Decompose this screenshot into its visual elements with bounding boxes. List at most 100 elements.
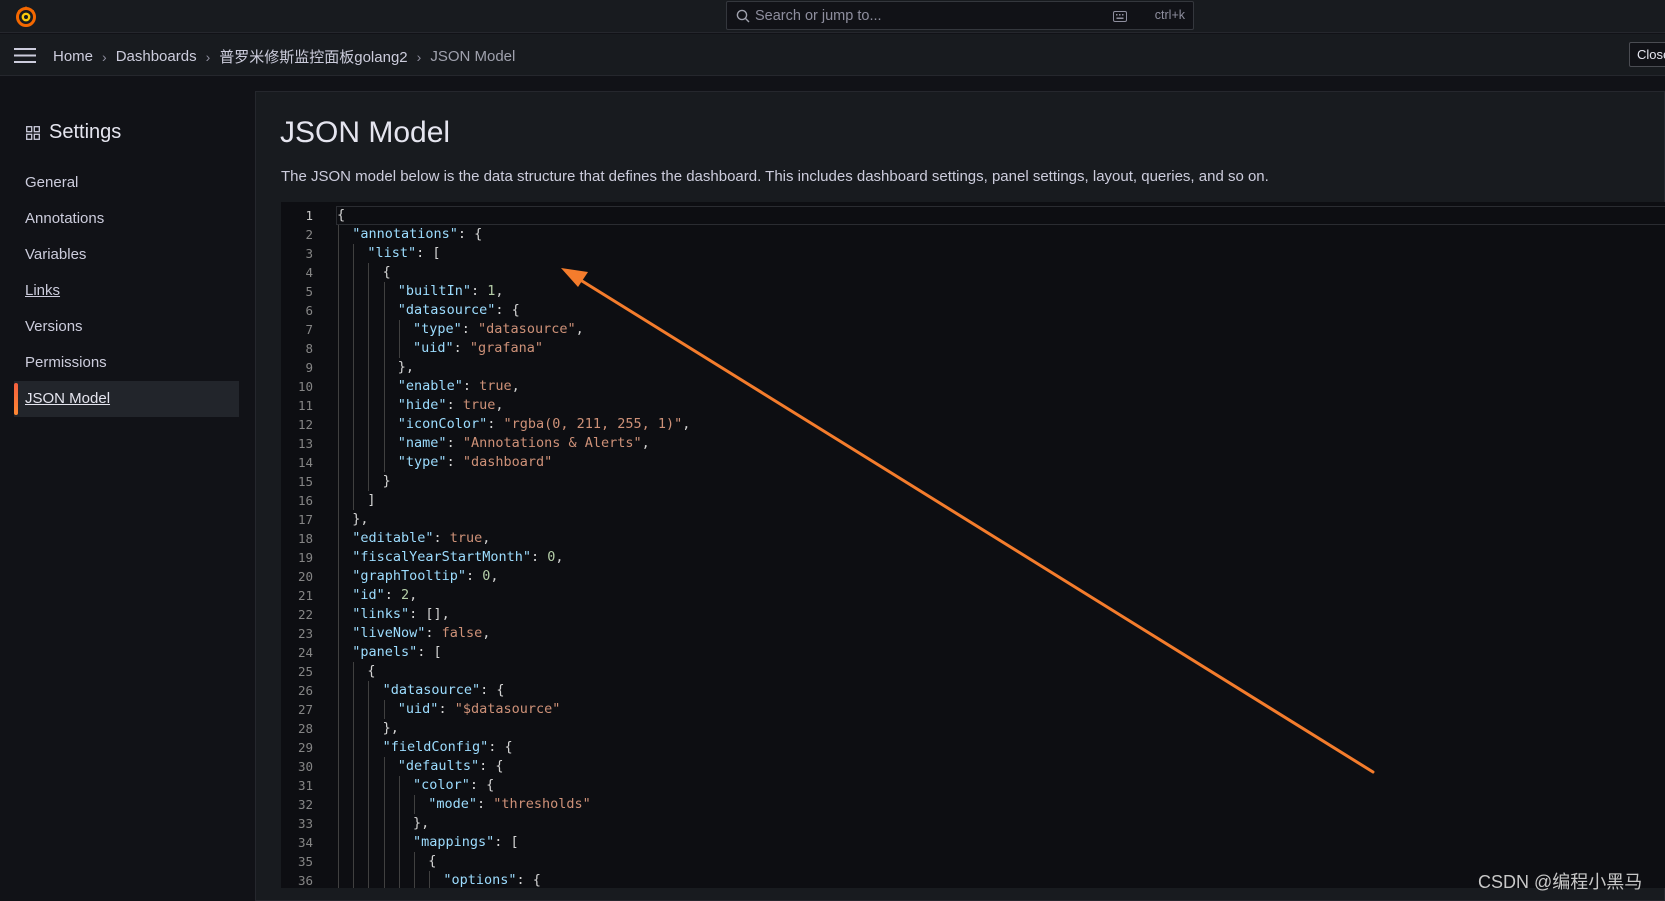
code-token: : <box>446 435 463 451</box>
line-number: 17 <box>297 512 313 527</box>
code-token: ] <box>367 492 376 508</box>
code-token: : <box>465 568 483 584</box>
sidebar-item-general[interactable]: General <box>14 165 239 201</box>
code-token: : [ <box>417 644 442 660</box>
chevron-right-icon: › <box>102 48 107 65</box>
keyboard-icon <box>1113 11 1127 22</box>
code-token: , <box>641 435 650 451</box>
line-number: 21 <box>297 588 313 603</box>
indent-guide <box>383 282 385 472</box>
indent-guide <box>383 700 385 719</box>
code-line: 10 "enable": true, <box>281 377 1665 396</box>
code-line: 21 "id": 2, <box>281 586 1665 605</box>
code-text: "color": { <box>413 776 494 795</box>
line-number: 32 <box>297 797 313 812</box>
code-line: 8 "uid": "grafana" <box>281 339 1665 358</box>
search-shortcut: ctrl+k <box>1154 8 1185 22</box>
line-number: 8 <box>305 341 313 356</box>
code-token: : <box>446 397 463 413</box>
code-line: 28}, <box>281 719 1665 738</box>
code-text: "graphTooltip": 0, <box>352 567 498 586</box>
breadcrumb-dashboard[interactable]: 普罗米修斯监控面板golang2 <box>219 46 407 67</box>
indent-guide <box>338 225 339 888</box>
line-number: 22 <box>297 607 313 622</box>
sidebar-item-json-model[interactable]: JSON Model <box>14 381 239 417</box>
sidebar-item-label: Versions <box>25 318 83 335</box>
code-line: 34 "mappings": [ <box>281 833 1665 852</box>
code-token: , <box>511 378 520 394</box>
breadcrumb-home[interactable]: Home <box>53 48 93 65</box>
code-token: "type" <box>397 454 447 470</box>
search-input[interactable]: Search or jump to... ctrl+k <box>726 1 1194 30</box>
code-text: "type": "datasource", <box>413 320 584 339</box>
sidebar-item-links[interactable]: Links <box>14 273 239 309</box>
code-token: "datasource" <box>478 321 576 337</box>
json-code-editor[interactable]: 1{2 "annotations": {3 "list": [4{5 "builtIn… <box>281 202 1665 888</box>
code-token: { <box>428 853 437 869</box>
code-line: 13 "name": "Annotations & Alerts", <box>281 434 1665 453</box>
code-token: "options" <box>443 872 517 888</box>
code-token: "fieldConfig" <box>382 739 489 755</box>
code-text: { <box>367 662 375 681</box>
code-text: "mode": "thresholds" <box>428 795 591 814</box>
code-line: 27 "uid": "$datasource" <box>281 700 1665 719</box>
breadcrumb: Home › Dashboards › 普罗米修斯监控面板golang2 › J… <box>53 46 515 67</box>
code-line: 22 "links": [], <box>281 605 1665 624</box>
page-title: JSON Model <box>280 116 451 149</box>
line-number: 4 <box>305 265 313 280</box>
code-token: : <box>487 416 504 432</box>
code-text: "options": { <box>443 871 541 888</box>
sidebar-item-annotations[interactable]: Annotations <box>14 201 239 237</box>
code-token: : [ <box>416 245 441 261</box>
code-token: , <box>495 397 504 413</box>
line-number: 9 <box>305 360 313 375</box>
code-token: true <box>462 397 496 413</box>
breadcrumb-dashboards[interactable]: Dashboards <box>116 48 197 65</box>
search-icon <box>736 9 750 23</box>
code-text: "annotations": { <box>352 225 482 244</box>
code-token: : { <box>479 758 504 774</box>
indent-guide <box>368 263 370 491</box>
grafana-logo-icon[interactable] <box>14 4 38 28</box>
code-line: 35 { <box>281 852 1665 871</box>
code-token: "enable" <box>397 378 463 394</box>
line-number: 15 <box>297 474 313 489</box>
line-number: 11 <box>297 398 313 413</box>
code-token: { <box>382 264 391 280</box>
line-number: 31 <box>297 778 313 793</box>
code-line: 29 "fieldConfig": { <box>281 738 1665 757</box>
code-text: "list": [ <box>367 244 440 263</box>
line-number: 10 <box>297 379 313 394</box>
code-token: }, <box>397 359 415 375</box>
sidebar-item-versions[interactable]: Versions <box>14 309 239 345</box>
close-button[interactable]: Close <box>1629 42 1665 67</box>
code-line: 5 "builtIn": 1, <box>281 282 1665 301</box>
line-number: 24 <box>297 645 313 660</box>
nav-bar: Home › Dashboards › 普罗米修斯监控面板golang2 › J… <box>0 34 1665 76</box>
indent-guide <box>414 852 415 888</box>
code-token: , <box>495 283 504 299</box>
sidebar-item-variables[interactable]: Variables <box>14 237 239 273</box>
hamburger-menu-icon[interactable] <box>14 48 36 63</box>
code-line: 20 "graphTooltip": 0, <box>281 567 1665 586</box>
line-number: 34 <box>297 835 313 850</box>
code-line: 26 "datasource": { <box>281 681 1665 700</box>
chevron-right-icon: › <box>416 48 422 65</box>
code-text: { <box>337 206 345 225</box>
watermark: CSDN @编程小黑马 <box>1478 872 1643 892</box>
code-line: 3 "list": [ <box>281 244 1665 263</box>
code-line: 19 "fiscalYearStartMonth": 0, <box>281 548 1665 567</box>
code-token: "uid" <box>413 340 454 356</box>
code-line: 12 "iconColor": "rgba(0, 211, 255, 1)", <box>281 415 1665 434</box>
sidebar-item-label: Links <box>25 282 61 299</box>
code-text: "liveNow": false, <box>352 624 490 643</box>
code-token: "iconColor" <box>397 416 488 432</box>
code-token: "hide" <box>397 397 447 413</box>
code-text: "links": [], <box>352 605 450 624</box>
indent-guide <box>398 320 400 358</box>
code-token: , <box>575 321 584 337</box>
code-token: "name" <box>397 435 447 451</box>
code-token: "editable" <box>352 530 434 546</box>
sidebar-item-permissions[interactable]: Permissions <box>14 345 239 381</box>
code-text: "editable": true, <box>352 529 490 548</box>
